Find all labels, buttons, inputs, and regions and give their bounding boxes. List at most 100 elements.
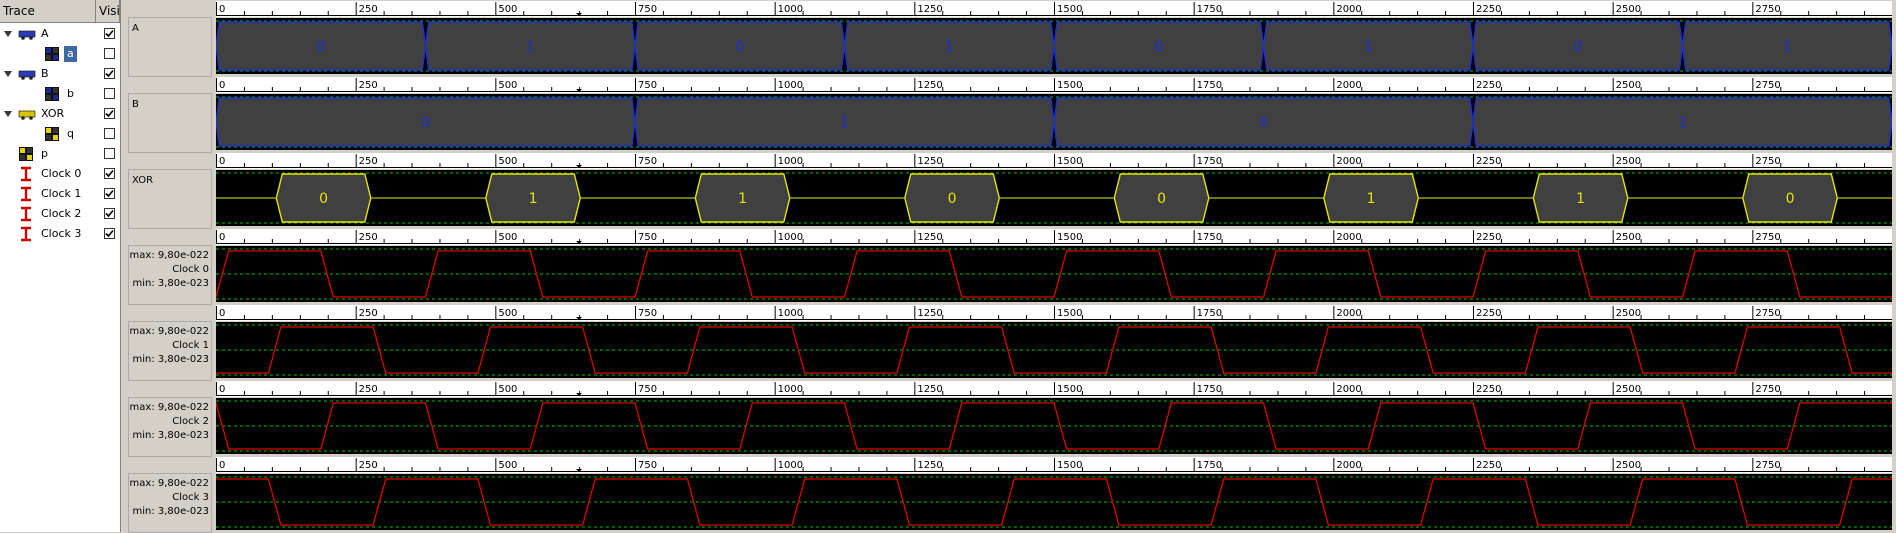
tree-row-b[interactable]: B bbox=[0, 64, 120, 84]
ruler-tick-label: 500 bbox=[498, 232, 517, 243]
tree-row-q[interactable]: q bbox=[0, 124, 120, 144]
ruler-tick-label: 2500 bbox=[1616, 80, 1641, 91]
ruler-tick-label: 2250 bbox=[1476, 156, 1501, 167]
time-ruler[interactable]: 0 250 500 750 1000 1250 1500 1750 2000 2250 2500 27… bbox=[216, 305, 1893, 321]
visibility-checkbox[interactable] bbox=[104, 168, 115, 179]
time-ruler[interactable]: 0 250 500 750 1000 1250 1500 1750 2000 2250 2500 27… bbox=[216, 1, 1893, 17]
ruler-tick-label: 1500 bbox=[1057, 460, 1082, 471]
ruler-tick-label: 2250 bbox=[1476, 232, 1501, 243]
ruler-tick-label: 2750 bbox=[1755, 156, 1780, 167]
ruler-tick-label: 2500 bbox=[1616, 460, 1641, 471]
ruler-tick-label: 1000 bbox=[778, 156, 803, 167]
waveform-plot[interactable] bbox=[0, 474, 1896, 530]
expand-arrow-icon[interactable] bbox=[4, 111, 12, 117]
ruler-tick-label: 250 bbox=[359, 4, 378, 15]
tree-row-clock-2[interactable]: Clock 2 bbox=[0, 204, 120, 224]
ruler-tick-label: 2000 bbox=[1336, 156, 1361, 167]
expand-arrow-icon[interactable] bbox=[4, 71, 12, 77]
waveform-plot[interactable] bbox=[0, 246, 1896, 302]
time-ruler[interactable]: 0 250 500 750 1000 1250 1500 1750 2000 2250 2500 27… bbox=[216, 229, 1893, 245]
waveform-plot[interactable] bbox=[0, 322, 1896, 378]
ruler-tick-label: 0 bbox=[219, 232, 225, 243]
time-ruler[interactable]: 0 250 500 750 1000 1250 1500 1750 2000 2250 2500 27… bbox=[216, 153, 1893, 169]
ruler-tick-label: 250 bbox=[359, 232, 378, 243]
ruler-tick-label: 250 bbox=[359, 384, 378, 395]
waveform-plot[interactable]: 0 1 0 1 0 1 0 1 bbox=[215, 18, 1893, 74]
ruler-tick-label: 1500 bbox=[1057, 80, 1082, 91]
ruler-tick-label: 2750 bbox=[1755, 308, 1780, 319]
xor-value-label: 1 bbox=[529, 191, 538, 207]
tree-row-a[interactable]: A bbox=[0, 24, 120, 44]
tree-row-clock-1[interactable]: Clock 1 bbox=[0, 184, 120, 204]
time-ruler[interactable]: 0 250 500 750 1000 1250 1500 1750 2000 2250 2500 27… bbox=[216, 457, 1893, 473]
ruler-tick-label: 1750 bbox=[1197, 156, 1222, 167]
ruler-tick-label: 1250 bbox=[917, 460, 942, 471]
visibility-checkbox[interactable] bbox=[104, 68, 115, 79]
tree-row-clock-3[interactable]: Clock 3 bbox=[0, 224, 120, 244]
time-ruler[interactable]: 0 250 500 750 1000 1250 1500 1750 2000 2250 2500 27… bbox=[216, 381, 1893, 397]
ruler-tick-label: 2500 bbox=[1616, 156, 1641, 167]
trace-tree-header: Trace Visi bbox=[0, 0, 120, 24]
visibility-checkbox[interactable] bbox=[104, 48, 115, 59]
bus-blue-icon bbox=[18, 26, 36, 45]
lane-label-box: max: 9,80e-022 Clock 1 min: 3,80e-023 bbox=[128, 321, 212, 381]
visibility-checkbox[interactable] bbox=[104, 148, 115, 159]
ruler-tick-label: 1750 bbox=[1197, 308, 1222, 319]
tree-row-a[interactable]: a bbox=[0, 44, 120, 64]
tree-row-xor[interactable]: XOR bbox=[0, 104, 120, 124]
signal-yellow-icon bbox=[44, 126, 62, 145]
waveform-plot[interactable]: 0 1 0 1 bbox=[215, 94, 1893, 150]
ruler-tick-label: 250 bbox=[359, 308, 378, 319]
ruler-tick-label: 1250 bbox=[917, 80, 942, 91]
ruler-tick-label: 0 bbox=[219, 308, 225, 319]
ruler-tick-label: 2250 bbox=[1476, 460, 1501, 471]
tree-row-label: Clock 1 bbox=[41, 187, 82, 200]
bus-value-label: 0 bbox=[1573, 39, 1582, 55]
tree-row-label: q bbox=[67, 127, 74, 140]
ruler-tick-label: 2500 bbox=[1616, 384, 1641, 395]
ruler-tick-label: 500 bbox=[498, 308, 517, 319]
xor-value-label: 0 bbox=[1786, 191, 1795, 207]
ruler-tick-label: 2250 bbox=[1476, 384, 1501, 395]
ruler-tick-label: 250 bbox=[359, 80, 378, 91]
visibility-checkbox[interactable] bbox=[104, 88, 115, 99]
lane-min-label: min: 3,80e-023 bbox=[132, 506, 209, 517]
bus-value-label: 1 bbox=[945, 39, 954, 55]
ruler-tick-label: 2750 bbox=[1755, 232, 1780, 243]
waveform-plot[interactable]: 0 1 1 0 0 1 1 0 bbox=[216, 170, 1892, 226]
ruler-tick-label: 500 bbox=[498, 156, 517, 167]
column-header-visible[interactable]: Visi bbox=[96, 0, 120, 23]
visibility-checkbox[interactable] bbox=[104, 128, 115, 139]
visibility-checkbox[interactable] bbox=[104, 208, 115, 219]
bus-value-label: 1 bbox=[840, 115, 849, 131]
tree-row-p[interactable]: p bbox=[0, 144, 120, 164]
column-header-trace[interactable]: Trace bbox=[0, 0, 96, 23]
lane-label-box: B bbox=[128, 93, 212, 153]
visibility-checkbox[interactable] bbox=[104, 108, 115, 119]
ruler-tick-label: 750 bbox=[638, 308, 657, 319]
waveform-plot[interactable] bbox=[0, 398, 1896, 454]
ruler-tick-label: 2500 bbox=[1616, 308, 1641, 319]
bus-value-label: 0 bbox=[735, 39, 744, 55]
waveform-lane-clock-3: max: 9,80e-022 Clock 3 min: 3,80e-023 0 250 5… bbox=[0, 456, 1896, 533]
time-ruler[interactable]: 0 250 500 750 1000 1250 1500 1750 2000 2250 2500 27… bbox=[216, 77, 1893, 93]
tree-row-label: Clock 2 bbox=[41, 207, 82, 220]
lane-label-box: max: 9,80e-022 Clock 3 min: 3,80e-023 bbox=[128, 473, 212, 533]
waveform-lanes: A 0 250 500 750 1000 1250 1500 1750 2000 2250 2500 2… bbox=[0, 0, 1896, 533]
clock-red-icon bbox=[18, 206, 36, 225]
ruler-tick-label: 1000 bbox=[778, 4, 803, 15]
ruler-tick-label: 1250 bbox=[917, 156, 942, 167]
tree-row-b[interactable]: b bbox=[0, 84, 120, 104]
visibility-checkbox[interactable] bbox=[104, 188, 115, 199]
ruler-tick-label: 500 bbox=[498, 384, 517, 395]
visibility-checkbox[interactable] bbox=[104, 228, 115, 239]
ruler-tick-label: 500 bbox=[498, 80, 517, 91]
ruler-tick-label: 2000 bbox=[1336, 308, 1361, 319]
visibility-checkbox[interactable] bbox=[104, 28, 115, 39]
bus-value-label: 1 bbox=[526, 39, 535, 55]
expand-arrow-icon[interactable] bbox=[4, 31, 12, 37]
ruler-tick-label: 1000 bbox=[778, 384, 803, 395]
lane-min-label: min: 3,80e-023 bbox=[132, 430, 209, 441]
tree-row-clock-0[interactable]: Clock 0 bbox=[0, 164, 120, 184]
ruler-tick-label: 0 bbox=[219, 80, 225, 91]
